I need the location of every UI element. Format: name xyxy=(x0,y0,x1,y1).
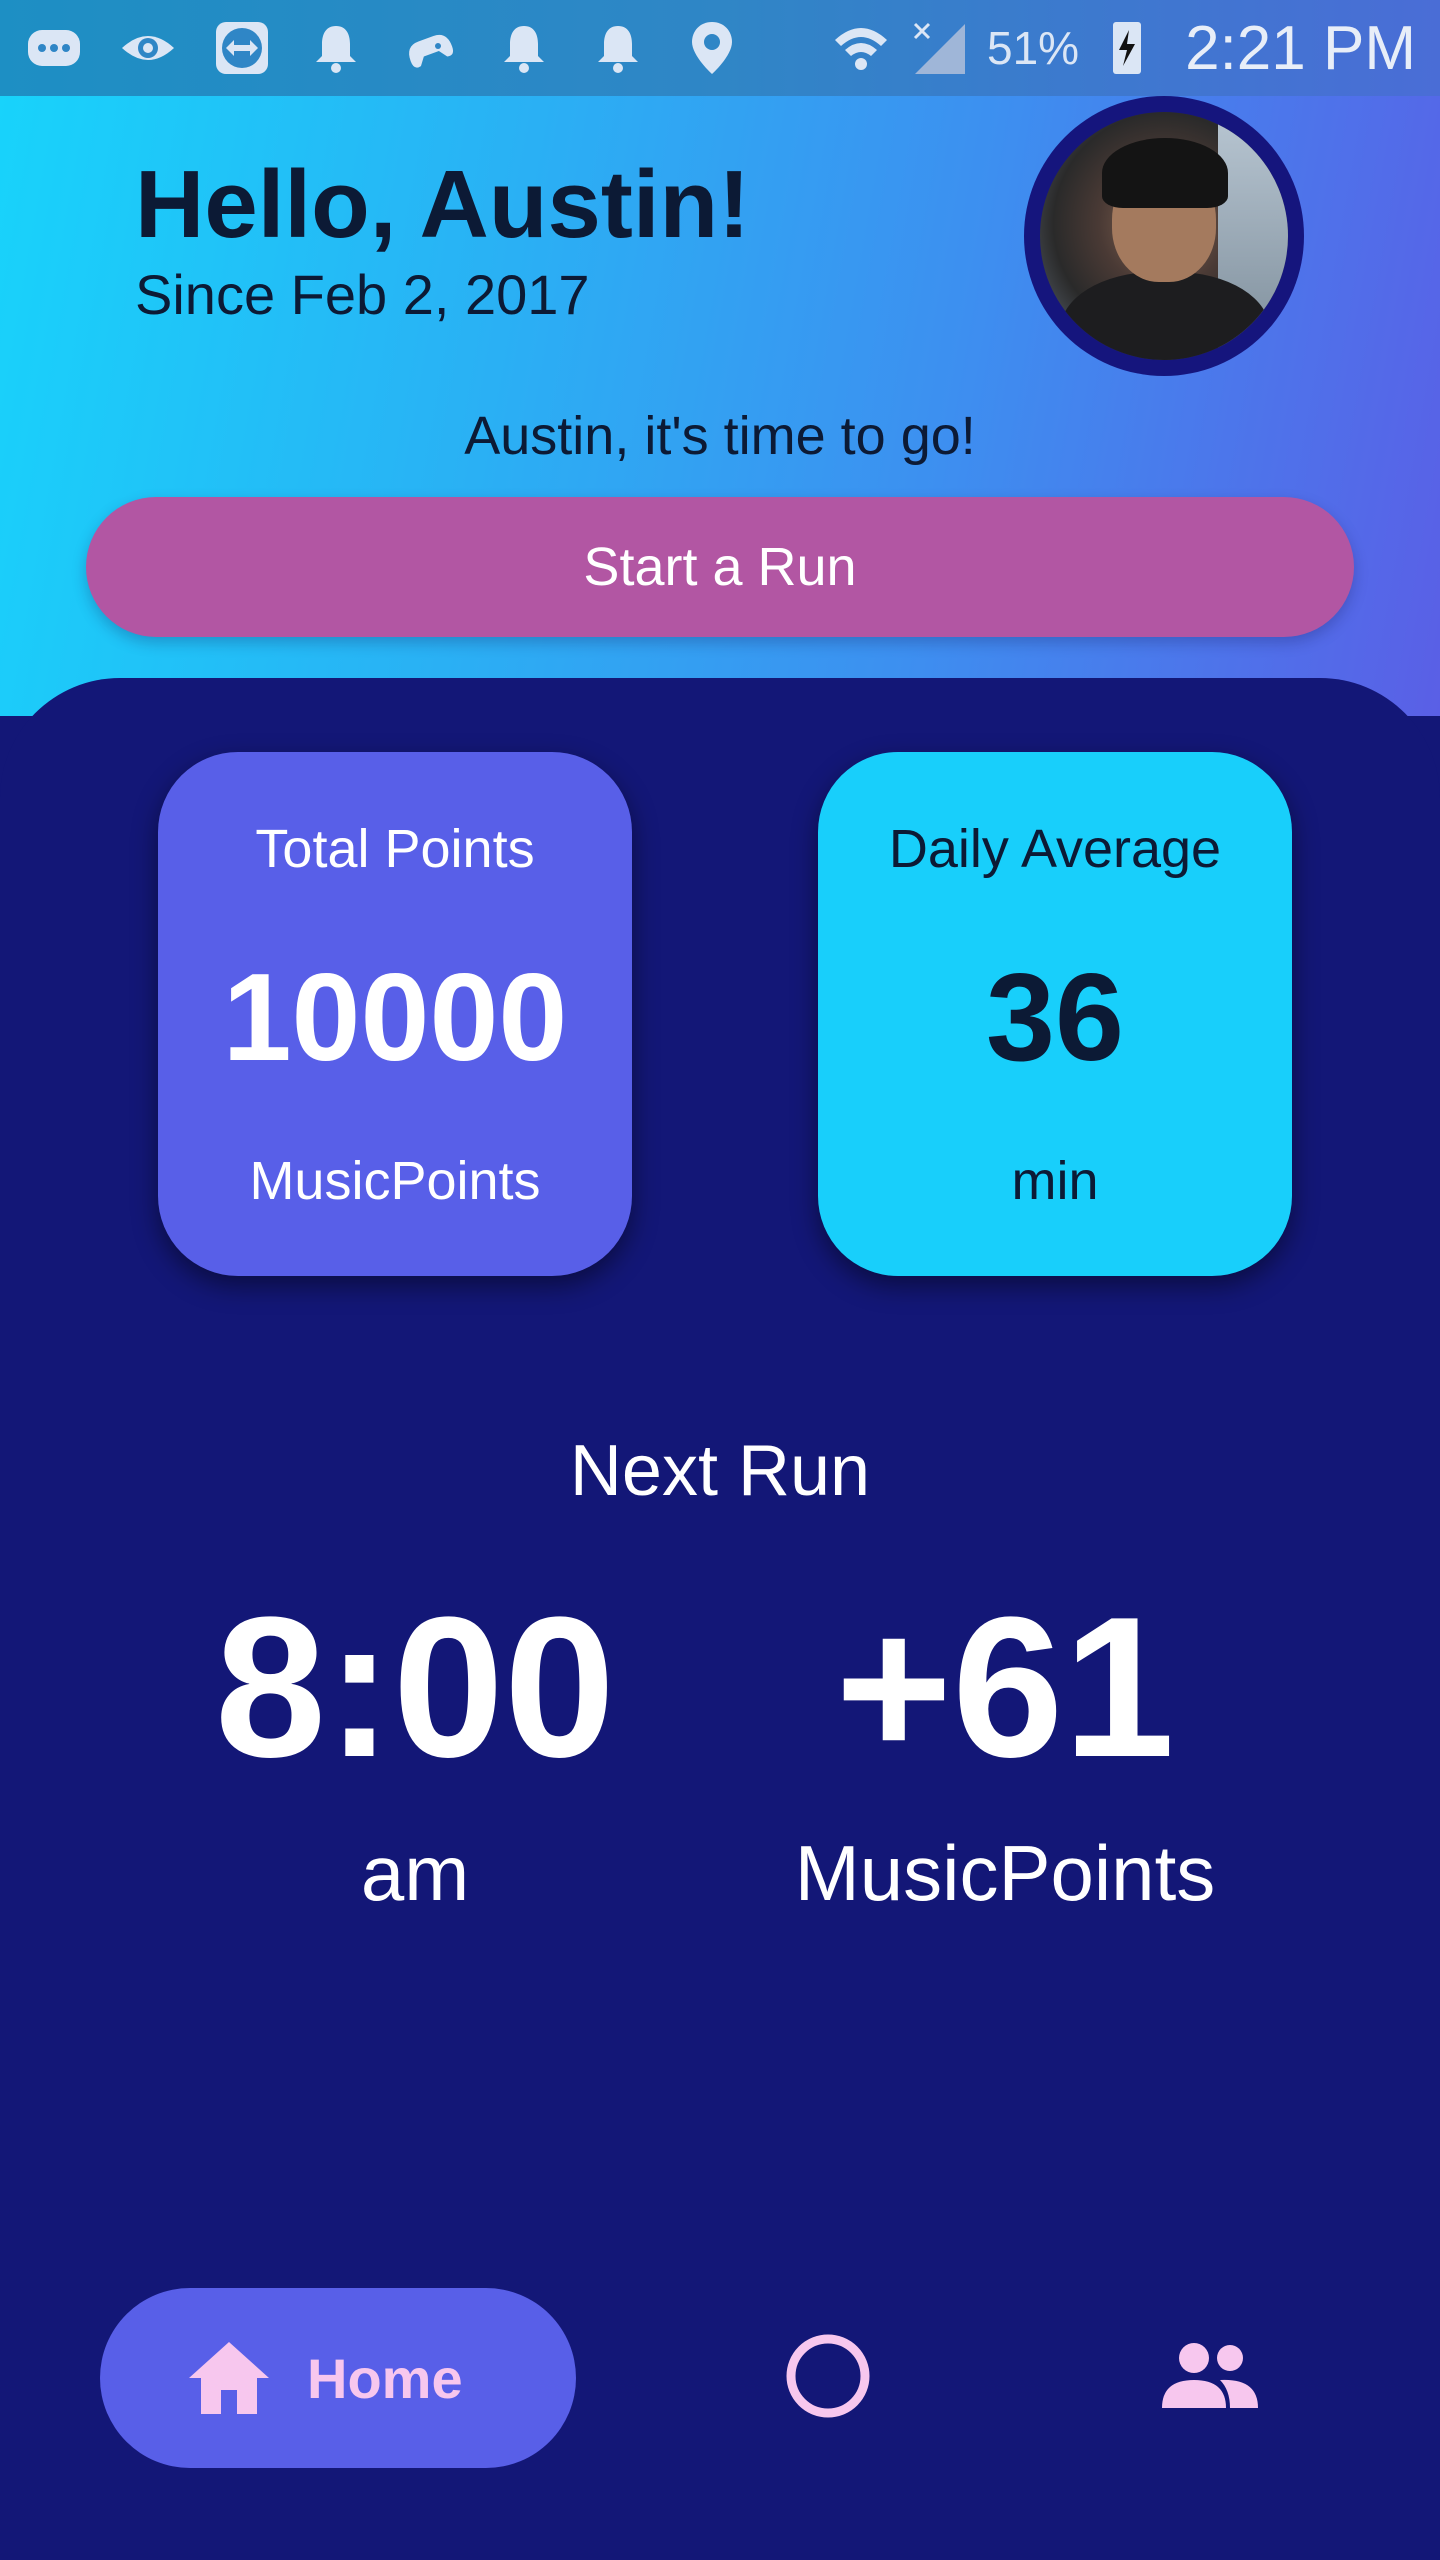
card-title: Total Points xyxy=(255,819,535,879)
notification-icon xyxy=(588,18,648,78)
member-since: Since Feb 2, 2017 xyxy=(135,263,590,326)
next-run-bonus: +61 MusicPoints xyxy=(745,1588,1265,1919)
notification-icon xyxy=(306,18,366,78)
card-title: Daily Average xyxy=(888,819,1222,879)
home-icon xyxy=(189,2342,269,2414)
battery-charging-icon xyxy=(1097,18,1157,78)
next-run-time-value: 8:00 xyxy=(214,1576,616,1799)
card-value: 10000 xyxy=(222,949,568,1087)
greeting-title: Hello, Austin! xyxy=(135,151,751,258)
card-value: 36 xyxy=(986,949,1124,1087)
notification-icon xyxy=(494,18,554,78)
friends-icon[interactable] xyxy=(1160,2340,1260,2410)
game-icon xyxy=(400,18,460,78)
total-points-card[interactable]: Total Points 10000 MusicPoints xyxy=(158,752,632,1276)
card-unit: min xyxy=(1011,1151,1099,1211)
eye-icon xyxy=(118,18,178,78)
motivation-text: Austin, it's time to go! xyxy=(464,406,976,466)
daily-average-card[interactable]: Daily Average 36 min xyxy=(818,752,1292,1276)
battery-percent: 51% xyxy=(987,22,1080,74)
message-icon xyxy=(24,18,84,78)
avatar[interactable] xyxy=(1024,96,1304,376)
next-run-time: 8:00 am xyxy=(170,1588,660,1919)
start-run-button[interactable]: Start a Run xyxy=(86,497,1354,637)
status-bar: 51% 2:21 PM xyxy=(0,0,1440,96)
next-run-time-unit: am xyxy=(360,1829,470,1917)
next-run-bonus-value: +61 xyxy=(835,1576,1175,1799)
next-run-title: Next Run xyxy=(569,1431,871,1511)
avatar-photo xyxy=(1040,112,1288,360)
nav-home-label: Home xyxy=(307,2346,463,2410)
card-unit: MusicPoints xyxy=(249,1151,541,1211)
signal-icon xyxy=(909,18,969,78)
next-run-bonus-unit: MusicPoints xyxy=(794,1829,1216,1917)
location-icon xyxy=(682,18,742,78)
teamviewer-icon xyxy=(212,18,272,78)
run-icon[interactable] xyxy=(784,2332,872,2420)
clock: 2:21 PM xyxy=(1185,13,1416,83)
wifi-icon xyxy=(831,18,891,78)
nav-home-button[interactable]: Home xyxy=(100,2288,576,2468)
